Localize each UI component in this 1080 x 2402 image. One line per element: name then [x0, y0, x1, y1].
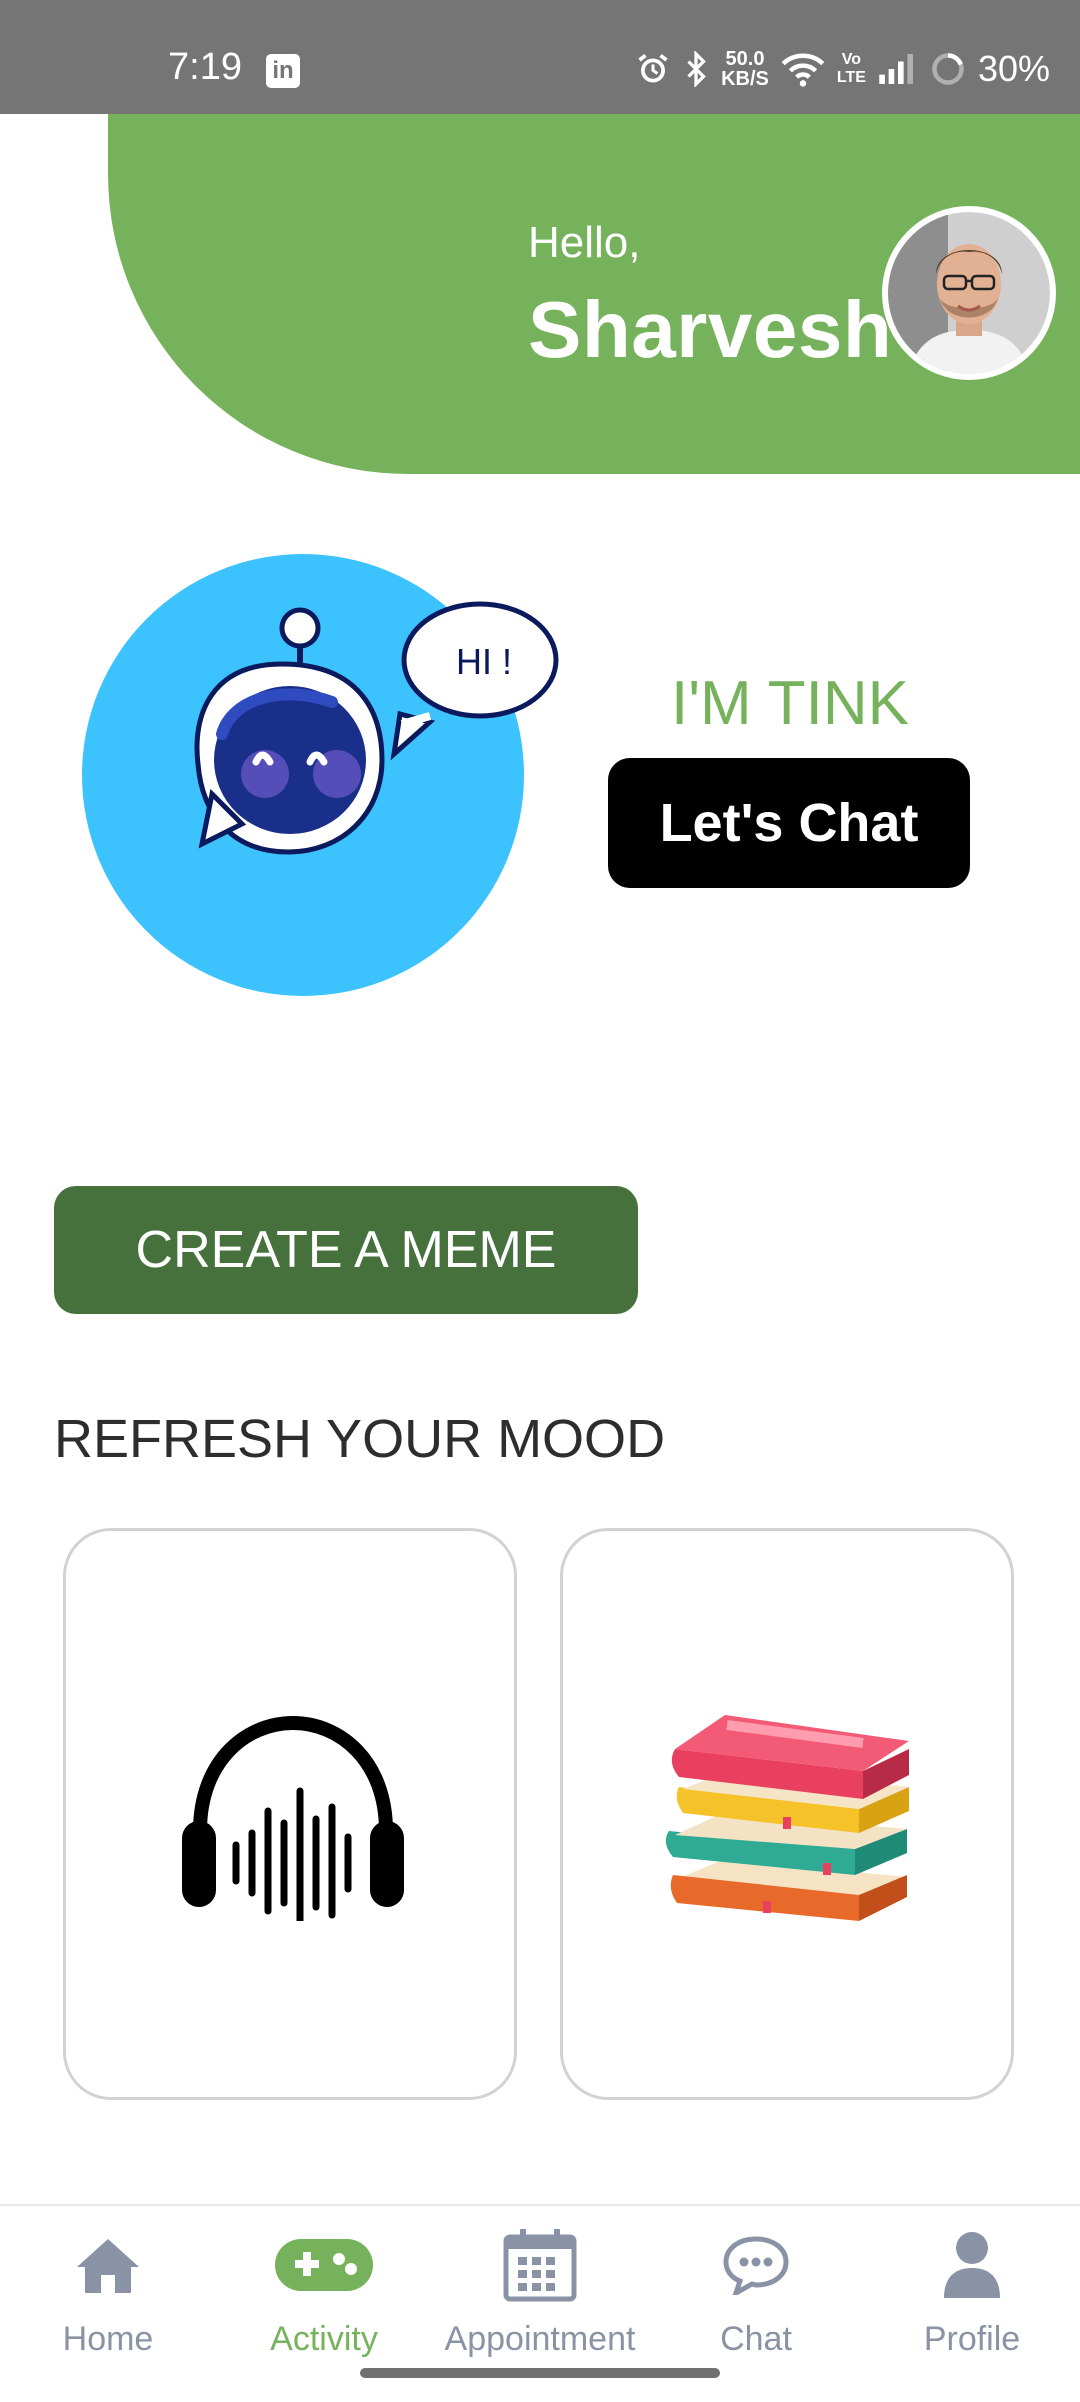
nav-item-profile[interactable]: Profile — [872, 2224, 1072, 2359]
nav-item-home[interactable]: Home — [8, 2224, 208, 2359]
status-time: 7:19 — [168, 46, 242, 88]
avatar-photo — [888, 212, 1050, 374]
nav-label-home: Home — [62, 2320, 154, 2358]
bot-speech-text: HI ! — [456, 641, 512, 682]
gesture-home-indicator[interactable] — [360, 2368, 720, 2378]
home-icon — [77, 2239, 139, 2293]
lets-chat-button[interactable]: Let's Chat — [608, 758, 970, 888]
nav-label-chat: Chat — [720, 2320, 792, 2358]
nav-label-activity: Activity — [270, 2320, 378, 2358]
avatar[interactable] — [882, 206, 1056, 380]
create-meme-button[interactable]: CREATE A MEME — [54, 1186, 638, 1314]
network-speed: 50.0 KB/S — [721, 48, 769, 90]
signal-icon — [879, 54, 913, 84]
books-icon — [665, 1715, 909, 1921]
bot-name: I'M TINK — [670, 669, 910, 738]
gamepad-icon — [275, 2239, 373, 2291]
bluetooth-icon — [687, 51, 706, 87]
battery-ring-icon — [932, 53, 964, 85]
section-title: REFRESH YOUR MOOD — [54, 1409, 666, 1469]
nav-item-activity[interactable]: Activity — [224, 2224, 424, 2359]
volte-label: Vo LTE — [836, 51, 866, 86]
user-icon — [944, 2232, 1000, 2298]
calendar-icon — [503, 2229, 577, 2302]
nav-item-chat[interactable]: Chat — [656, 2224, 856, 2359]
chat-bubble-icon — [723, 2236, 789, 2295]
wifi-icon — [781, 53, 825, 87]
nav-item-appointment[interactable]: Appointment — [440, 2224, 640, 2359]
username-text: Sharvesh — [528, 285, 893, 374]
books-card[interactable] — [560, 1528, 1014, 2100]
greeting-text: Hello, — [528, 218, 641, 267]
robot-icon: HI ! — [194, 601, 559, 855]
nav-label-profile: Profile — [923, 2320, 1021, 2358]
headphones-icon — [182, 1715, 404, 1921]
linkedin-icon: in — [266, 54, 300, 88]
nav-label-appointment: Appointment — [444, 2320, 636, 2358]
music-card[interactable] — [63, 1528, 517, 2100]
status-icons: 50.0 KB/S Vo LTE 30% — [635, 46, 1050, 92]
alarm-icon — [638, 54, 668, 83]
battery-percent: 30% — [977, 48, 1050, 89]
status-bar: 7:19 in 50.0 KB/S Vo LTE 30% — [0, 0, 1080, 114]
